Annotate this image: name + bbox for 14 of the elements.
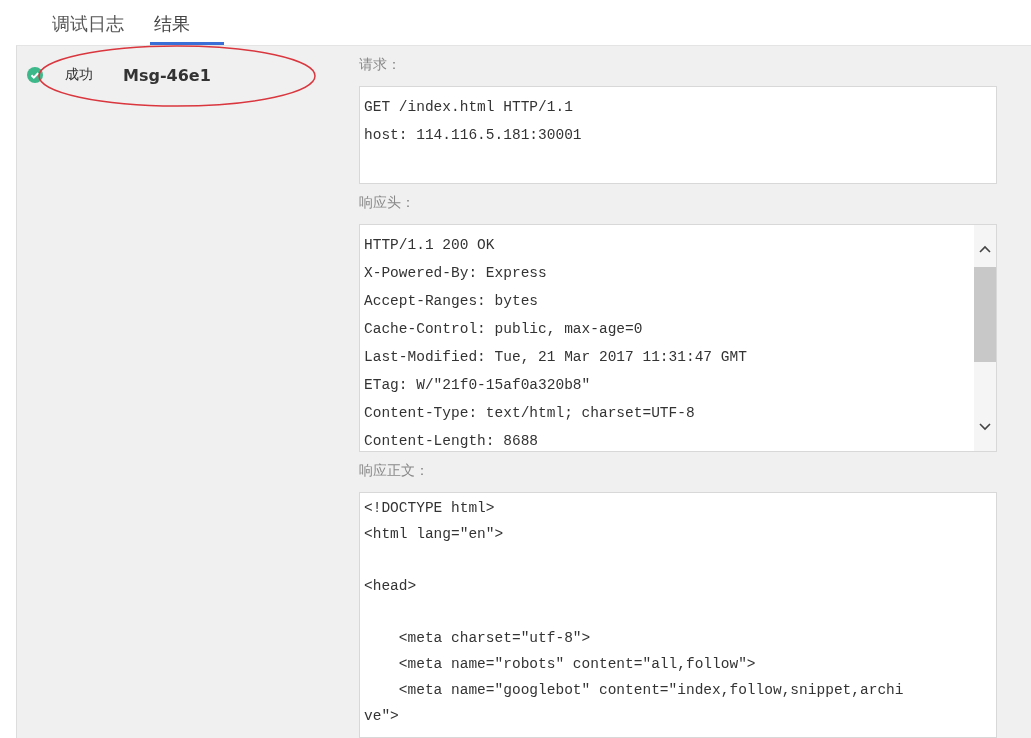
scrollbar[interactable] <box>974 225 996 451</box>
text-area[interactable]: HTTP/1.1 200 OK X-Powered-By: Express Accept-Ranges: bytes Cache-Control: public, max-age=0 Last-Modified: Tue, 21 Mar 2017 11:31:47 GMT ETag: W/"21f0-15af0a320b8" Content-Type: text/html; charset=UTF-8 Content-Length: 8688 <box>359 224 997 452</box>
chevron-down-icon[interactable] <box>979 423 991 431</box>
text-area[interactable]: <!DOCTYPE html> <html lang="en"> <head> <meta charset="utf-8"> <meta name="robots" content="all,follow"> <meta name="googlebot" content="index,follow,snippet,archi ve"> <box>359 492 997 738</box>
tab[interactable]: 调试日志 <box>48 12 128 45</box>
section-label: 响应头： <box>359 193 416 212</box>
status-label: 成功 <box>65 66 93 84</box>
chevron-up-icon[interactable] <box>979 245 991 253</box>
text-area[interactable]: GET /index.html HTTP/1.1 host: 114.116.5.181:30001 <box>359 86 997 184</box>
section-label: 请求： <box>359 55 402 74</box>
message-name[interactable]: Msg-46e1 <box>123 65 211 85</box>
section-label: 响应正文： <box>359 461 430 480</box>
check-circle-icon <box>27 67 43 83</box>
scrollbar-thumb[interactable] <box>974 267 996 362</box>
